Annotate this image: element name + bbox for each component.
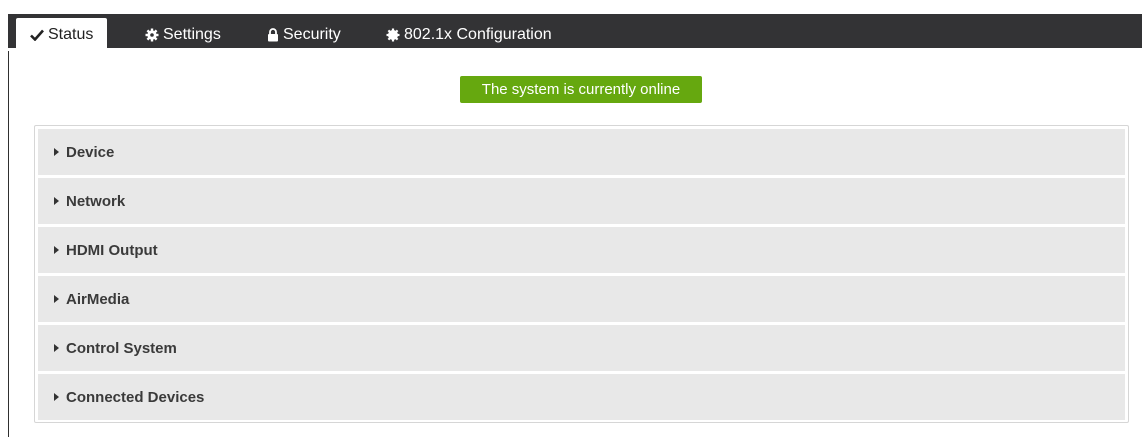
accordion-label: Network: [66, 192, 126, 210]
gear-icon: [145, 28, 159, 42]
caret-right-icon: [54, 148, 59, 156]
accordion-label: Connected Devices: [66, 388, 205, 406]
tab-status[interactable]: Status: [16, 18, 108, 51]
tab-label: 802.1x Configuration: [404, 25, 552, 43]
checkmark-icon: [30, 29, 44, 41]
tab-802-1x-configuration[interactable]: 802.1x Configuration: [386, 18, 552, 51]
accordion-item-control-system[interactable]: Control System: [38, 325, 1125, 371]
status-accordion: Device Network HDMI Output AirMedia Cont…: [34, 125, 1129, 423]
accordion-item-network[interactable]: Network: [38, 178, 1125, 224]
lock-icon: [267, 27, 279, 42]
accordion-item-connected-devices[interactable]: Connected Devices: [38, 374, 1125, 420]
tab-label: Settings: [163, 25, 221, 43]
caret-right-icon: [54, 246, 59, 254]
tab-label: Status: [48, 25, 94, 43]
accordion-label: HDMI Output: [66, 241, 158, 259]
accordion-label: AirMedia: [66, 290, 130, 308]
caret-right-icon: [54, 344, 59, 352]
tab-label: Security: [283, 25, 341, 43]
tab-security[interactable]: Security: [267, 18, 341, 51]
tab-bar: Status Settings Security 802.1x Configur…: [8, 14, 1142, 51]
accordion-item-airmedia[interactable]: AirMedia: [38, 276, 1125, 322]
caret-right-icon: [54, 197, 59, 205]
accordion-label: Control System: [66, 339, 177, 357]
caret-right-icon: [54, 393, 59, 401]
caret-right-icon: [54, 295, 59, 303]
accordion-item-device[interactable]: Device: [38, 129, 1125, 175]
status-badge: The system is currently online: [460, 76, 702, 103]
accordion-label: Device: [66, 143, 115, 161]
tab-settings[interactable]: Settings: [145, 18, 221, 51]
accordion-item-hdmi-output[interactable]: HDMI Output: [38, 227, 1125, 273]
cog-icon: [386, 28, 400, 42]
